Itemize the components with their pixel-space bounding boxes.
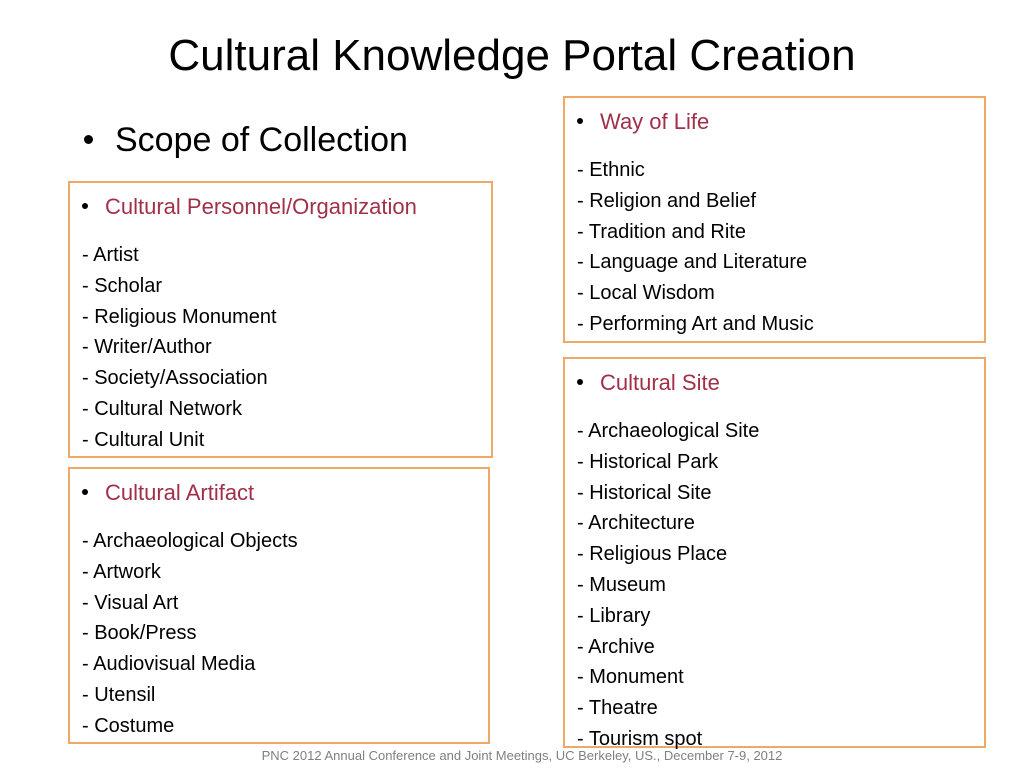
personnel-box: Cultural Personnel/Organization - Artist… (68, 181, 493, 458)
list-item: - Scholar (82, 274, 163, 297)
item-list: - Ethnic - Religion and Belief - Tradition… (577, 155, 814, 340)
way-of-life-box: Way of Life - Ethnic - Religion and Belie… (563, 96, 986, 343)
list-item: - Local Wisdom (577, 282, 715, 305)
box-heading-label: Way of Life (600, 109, 710, 134)
list-item: - Visual Art (82, 591, 179, 614)
list-item: - Performing Art and Music (577, 312, 814, 335)
box-heading: Cultural Artifact (82, 479, 254, 507)
box-heading: Cultural Site (577, 369, 720, 397)
box-heading-label: Cultural Site (600, 370, 720, 395)
list-item: - Religion and Belief (577, 189, 756, 212)
list-item: - Architecture (577, 512, 695, 535)
list-item: - Writer/Author (82, 336, 212, 359)
footer-text: PNC 2012 Annual Conference and Joint Mee… (261, 748, 783, 763)
list-item: - Monument (577, 666, 684, 689)
bullet-icon (577, 379, 583, 386)
list-item: - Audiovisual Media (82, 653, 256, 676)
list-item: - Artist (82, 244, 139, 266)
item-list: - Archaeological Site - Historical Park - … (577, 416, 759, 755)
list-item: - Museum (577, 573, 666, 596)
list-item: - Archaeological Objects (82, 530, 298, 552)
list-item: - Cultural Unit (82, 428, 205, 451)
bullet-icon (82, 203, 88, 210)
box-heading-label: Cultural Personnel/Organization (105, 194, 417, 219)
scope-bullet: Scope of Collection (84, 120, 408, 160)
list-item: - Religious Monument (82, 305, 277, 328)
list-item: - Archive (577, 635, 655, 658)
list-item: - Society/Association (82, 367, 268, 390)
list-item: - Historical Park (577, 450, 719, 473)
box-heading-label: Cultural Artifact (105, 480, 255, 505)
list-item: - Ethnic (577, 159, 645, 181)
list-item: - Library (577, 604, 651, 627)
list-item: - Theatre (577, 697, 658, 720)
slide-title: Cultural Knowledge Portal Creation (168, 31, 856, 80)
bullet-icon (84, 134, 93, 144)
list-item: - Historical Site (577, 481, 712, 504)
list-item: - Cultural Network (82, 397, 243, 420)
cultural-site-box: Cultural Site - Archaeological Site - His… (563, 357, 986, 750)
list-item: - Book/Press (82, 622, 197, 645)
item-list: - Artist - Scholar - Religious Monument - W… (82, 240, 277, 456)
box-heading: Cultural Personnel/Organization (82, 193, 417, 221)
list-item: - Costume (82, 714, 175, 737)
list-item: - Tradition and Rite (577, 220, 746, 243)
bullet-icon (577, 118, 583, 125)
list-item: - Artwork (82, 560, 161, 583)
bullet-icon (82, 489, 88, 496)
list-item: - Language and Literature (577, 251, 808, 274)
scope-label: Scope of Collection (115, 121, 408, 159)
list-item: - Utensil (82, 683, 156, 706)
item-list: - Archaeological Objects - Artwork - Visua… (82, 526, 298, 742)
box-heading: Way of Life (577, 108, 709, 136)
list-item: - Religious Place (577, 543, 728, 566)
list-item: - Archaeological Site (577, 420, 760, 442)
artifact-box: Cultural Artifact - Archaeological Objec… (68, 467, 490, 744)
